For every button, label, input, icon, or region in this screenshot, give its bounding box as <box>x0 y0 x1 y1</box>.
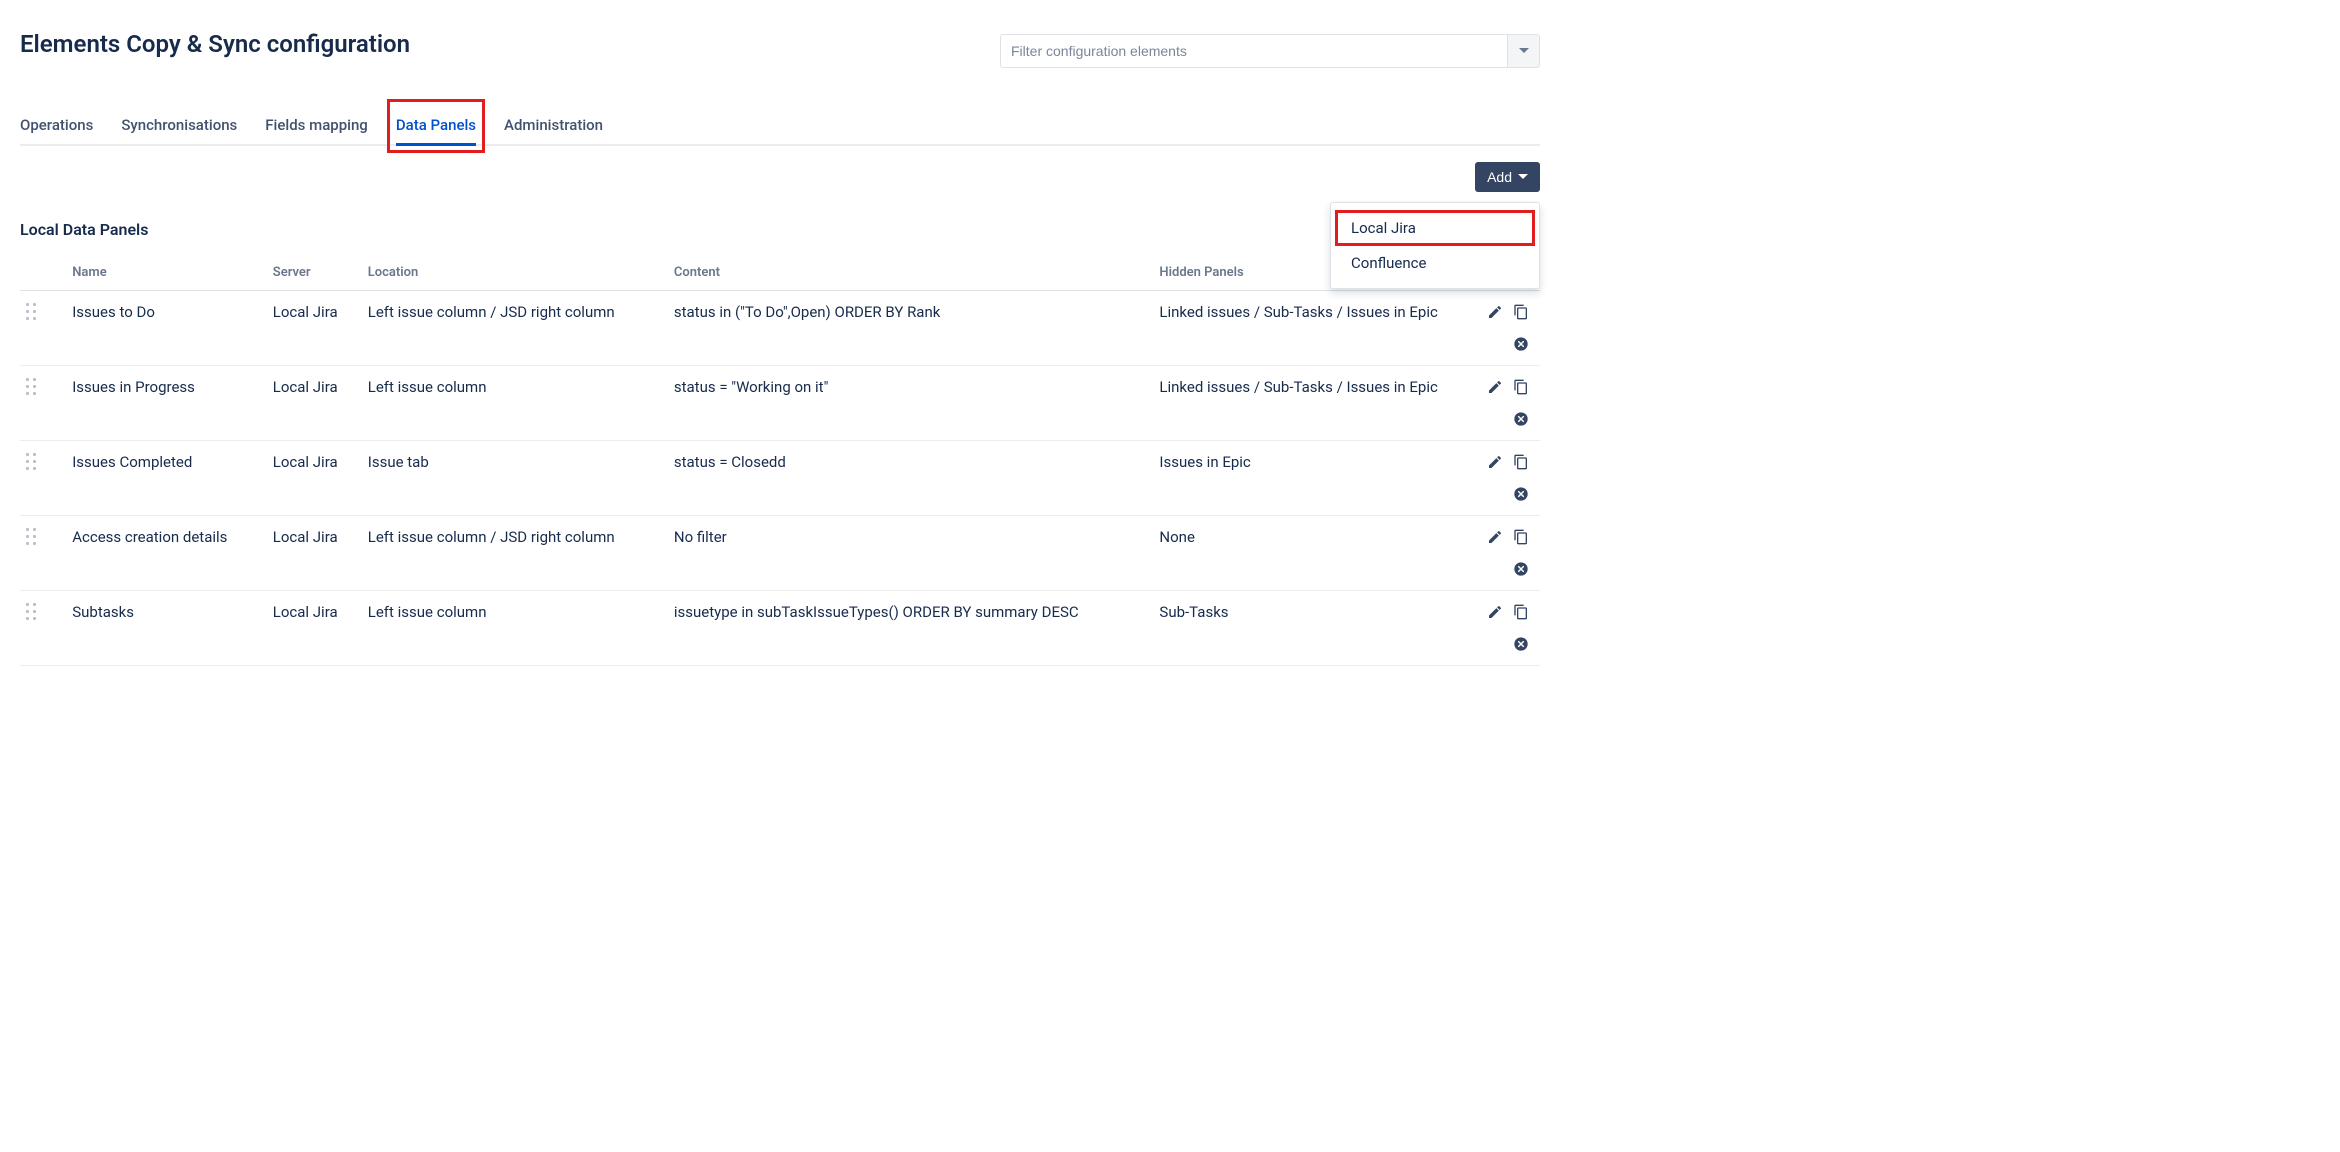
cell-content: status = Closedd <box>664 441 1150 516</box>
add-menu-item-local-jira[interactable]: Local Jira <box>1337 212 1533 244</box>
cell-name: Issues in Progress <box>62 366 263 441</box>
page-title: Elements Copy & Sync configuration <box>20 24 410 58</box>
cell-hidden: Linked issues / Sub-Tasks / Issues in Ep… <box>1149 366 1466 441</box>
chevron-down-icon <box>1518 174 1528 180</box>
remove-icon[interactable] <box>1512 635 1530 653</box>
cell-location: Left issue column / JSD right column <box>358 291 664 366</box>
toolbar: Add Local JiraConfluence <box>20 162 1540 192</box>
cell-hidden: Linked issues / Sub-Tasks / Issues in Ep… <box>1149 291 1466 366</box>
filter-dropdown-toggle[interactable] <box>1508 34 1540 68</box>
tab-administration[interactable]: Administration <box>504 108 603 144</box>
tab-data-panels[interactable]: Data Panels <box>396 108 476 144</box>
add-button[interactable]: Add <box>1475 162 1540 192</box>
remove-icon[interactable] <box>1512 560 1530 578</box>
edit-icon[interactable] <box>1486 453 1504 471</box>
col-header-content: Content <box>664 257 1150 291</box>
remove-icon[interactable] <box>1512 485 1530 503</box>
cell-name: Issues Completed <box>62 441 263 516</box>
edit-icon[interactable] <box>1486 378 1504 396</box>
cell-server: Local Jira <box>263 441 358 516</box>
cell-server: Local Jira <box>263 591 358 666</box>
page-header: Elements Copy & Sync configuration <box>20 24 1540 68</box>
table-row: Access creation detailsLocal JiraLeft is… <box>20 516 1540 591</box>
cell-hidden: None <box>1149 516 1466 591</box>
cell-location: Left issue column / JSD right column <box>358 516 664 591</box>
add-menu-item-confluence[interactable]: Confluence <box>1337 247 1533 279</box>
col-header-handle <box>20 257 62 291</box>
col-header-location: Location <box>358 257 664 291</box>
cell-server: Local Jira <box>263 516 358 591</box>
table-row: SubtasksLocal JiraLeft issue columnissue… <box>20 591 1540 666</box>
drag-handle-icon[interactable] <box>26 378 38 396</box>
tab-operations[interactable]: Operations <box>20 108 93 144</box>
cell-content: status = "Working on it" <box>664 366 1150 441</box>
col-header-name: Name <box>62 257 263 291</box>
add-button-label: Add <box>1487 169 1512 185</box>
table-row: Issues to DoLocal JiraLeft issue column … <box>20 291 1540 366</box>
filter-wrapper <box>1000 34 1540 68</box>
remove-icon[interactable] <box>1512 335 1530 353</box>
cell-location: Left issue column <box>358 366 664 441</box>
table-row: Issues CompletedLocal JiraIssue tabstatu… <box>20 441 1540 516</box>
cell-server: Local Jira <box>263 366 358 441</box>
cell-content: No filter <box>664 516 1150 591</box>
caret-down-icon <box>1519 48 1529 54</box>
edit-icon[interactable] <box>1486 603 1504 621</box>
section-title: Local Data Panels <box>20 220 1540 239</box>
drag-handle-icon[interactable] <box>26 453 38 471</box>
edit-icon[interactable] <box>1486 303 1504 321</box>
tab-fields-mapping[interactable]: Fields mapping <box>265 108 368 144</box>
cell-content: issuetype in subTaskIssueTypes() ORDER B… <box>664 591 1150 666</box>
table-row: Issues in ProgressLocal JiraLeft issue c… <box>20 366 1540 441</box>
drag-handle-icon[interactable] <box>26 303 38 321</box>
cell-content: status in ("To Do",Open) ORDER BY Rank <box>664 291 1150 366</box>
cell-hidden: Sub-Tasks <box>1149 591 1466 666</box>
cell-hidden: Issues in Epic <box>1149 441 1466 516</box>
cell-server: Local Jira <box>263 291 358 366</box>
drag-handle-icon[interactable] <box>26 528 38 546</box>
cell-name: Subtasks <box>62 591 263 666</box>
cell-location: Left issue column <box>358 591 664 666</box>
filter-input[interactable] <box>1000 34 1508 68</box>
drag-handle-icon[interactable] <box>26 603 38 621</box>
tab-bar: Operations Synchronisations Fields mapping… <box>20 108 1540 146</box>
col-header-server: Server <box>263 257 358 291</box>
copy-icon[interactable] <box>1512 303 1530 321</box>
cell-name: Access creation details <box>62 516 263 591</box>
cell-location: Issue tab <box>358 441 664 516</box>
cell-name: Issues to Do <box>62 291 263 366</box>
add-dropdown-menu: Local JiraConfluence <box>1330 202 1540 289</box>
remove-icon[interactable] <box>1512 410 1530 428</box>
copy-icon[interactable] <box>1512 378 1530 396</box>
edit-icon[interactable] <box>1486 528 1504 546</box>
copy-icon[interactable] <box>1512 603 1530 621</box>
data-panels-table: Name Server Location Content Hidden Pane… <box>20 257 1540 666</box>
copy-icon[interactable] <box>1512 453 1530 471</box>
tab-synchronisations[interactable]: Synchronisations <box>121 108 237 144</box>
copy-icon[interactable] <box>1512 528 1530 546</box>
